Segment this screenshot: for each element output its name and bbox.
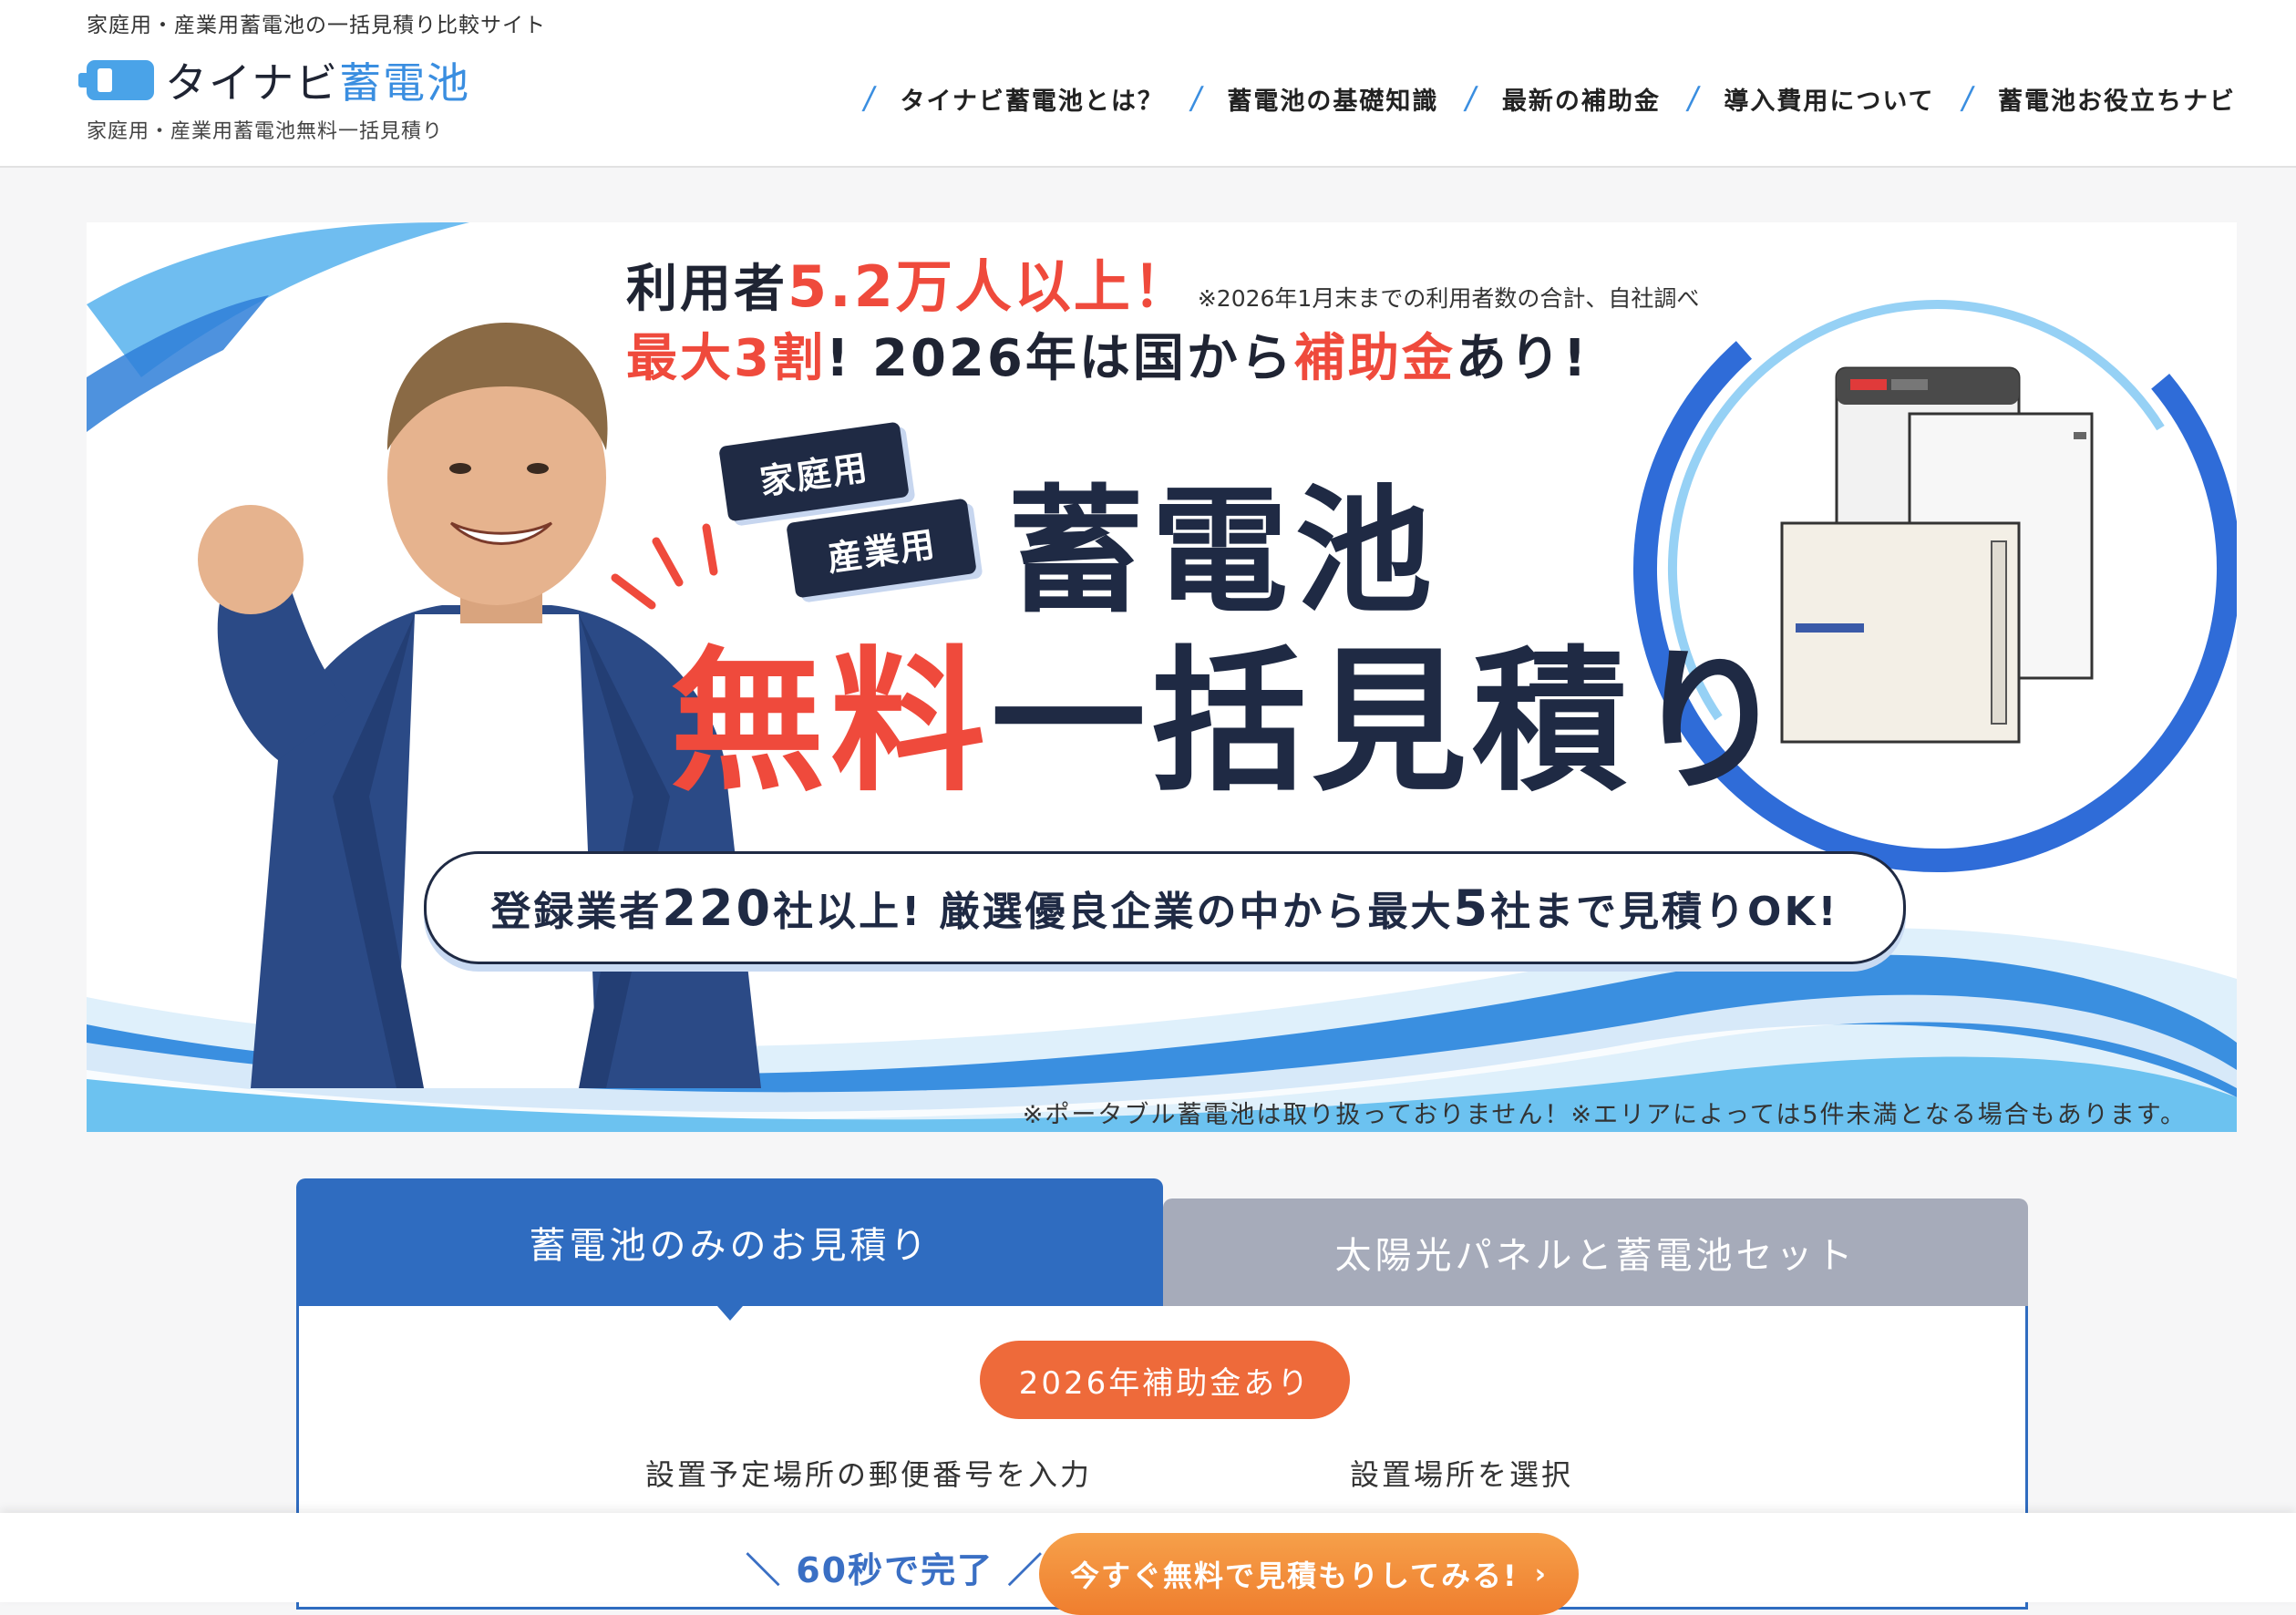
bulk-estimate-word: 一括見積り: [991, 633, 1794, 813]
users-value: 5.2万人以上！: [788, 253, 1192, 320]
users-prefix: 利用者: [626, 260, 788, 319]
logo-subtitle: 家庭用・産業用蓄電池無料一括見積り: [87, 120, 444, 143]
logo-text: タイナビ蓄電池: [165, 50, 470, 110]
slash-icon: /: [1462, 80, 1482, 117]
zip-label: 設置予定場所の郵便番号を入力: [645, 1457, 1093, 1492]
subsidy-word: 補助金: [1293, 329, 1456, 388]
site-logo[interactable]: タイナビ蓄電池: [78, 50, 470, 110]
banner-text: 社以上! 厳選優良企業の中から最大: [773, 889, 1454, 935]
nav-item-about[interactable]: / タイナビ蓄電池とは？: [860, 80, 1164, 117]
users-headline: 利用者5.2万人以上！ ※2026年1月末までの利用者数の合計、自社調べ: [626, 241, 1699, 323]
subsidy-suffix: あり!: [1455, 329, 1590, 388]
subsidy-value: 3割: [734, 329, 826, 388]
banner-number: 220: [662, 879, 774, 937]
contractor-banner: 登録業者 220 社以上! 厳選優良企業の中から最大 5 社まで見積りOK!: [424, 851, 1906, 964]
banner-text: 社まで見積りOK!: [1490, 889, 1839, 935]
nav-item-basics[interactable]: / 蓄電池の基礎知識: [1188, 80, 1439, 117]
sixty-seconds-note: ＼ 60秒で完了 ／: [746, 1550, 1045, 1590]
nav-item-guide[interactable]: / 蓄電池お役立ちナビ: [1959, 80, 2236, 117]
subsidy-headline: 最大3割! 2026年は国から補助金あり!: [626, 317, 1589, 391]
users-note: ※2026年1月末までの利用者数の合計、自社調べ: [1197, 285, 1700, 312]
nav-item-subsidy[interactable]: / 最新の補助金: [1462, 80, 1661, 117]
battery-logo-icon: [78, 60, 154, 100]
site-header: 家庭用・産業用蓄電池の一括見積り比較サイト タイナビ蓄電池 家庭用・産業用蓄電池…: [0, 0, 2296, 168]
subsidy-badge: 2026年補助金あり: [980, 1341, 1350, 1419]
nav-label: タイナビ蓄電池とは？: [900, 87, 1164, 116]
nav-label: 導入費用について: [1724, 87, 1935, 116]
sticky-cta-bar: ＼ 60秒で完了 ／ 今すぐ無料で見積もりしてみる! ›: [0, 1513, 2296, 1615]
banner-number: 5: [1453, 879, 1491, 937]
free-estimate-label: 今すぐ無料で見積もりしてみる!: [1069, 1558, 1519, 1593]
nav-label: 最新の補助金: [1501, 87, 1661, 116]
active-tab-indicator: [717, 1306, 743, 1321]
main-nav: / タイナビ蓄電池とは？ / 蓄電池の基礎知識 / 最新の補助金 / 導入費用について …: [837, 80, 2236, 117]
hero-banner: 利用者5.2万人以上！ ※2026年1月末までの利用者数の合計、自社調べ 最大3割…: [87, 222, 2237, 1132]
nav-label: 蓄電池の基礎知識: [1227, 87, 1439, 116]
site-tagline: 家庭用・産業用蓄電池の一括見積り比較サイト: [87, 14, 546, 37]
subsidy-prefix: 最大: [626, 329, 734, 388]
chevron-right-icon: ›: [1534, 1558, 1548, 1590]
free-estimate-button[interactable]: 今すぐ無料で見積もりしてみる! ›: [1039, 1533, 1579, 1615]
logo-main: タイナビ: [165, 58, 340, 108]
free-word: 無料: [670, 633, 992, 813]
nav-label: 蓄電池お役立ちナビ: [1998, 87, 2236, 116]
tab-solar-battery-set[interactable]: 太陽光パネルと蓄電池セット: [1163, 1198, 2028, 1306]
slash-icon: /: [1684, 80, 1704, 117]
location-label: 設置場所を選択: [1350, 1457, 1574, 1492]
logo-accent: 蓄電池: [339, 58, 471, 108]
hero-main-copy: 無料一括見積り: [670, 596, 1793, 820]
nav-item-cost[interactable]: / 導入費用について: [1684, 80, 1935, 117]
banner-text: 登録業者: [490, 889, 663, 935]
slash-icon: /: [1188, 80, 1207, 117]
subsidy-mid: ! 2026年は国から: [825, 329, 1294, 388]
hero-footnote: ※ポータブル蓄電池は取り扱っておりません！※エリアによっては5件未満となる場合も…: [1022, 1101, 2187, 1129]
tab-battery-only[interactable]: 蓄電池のみのお見積り: [296, 1178, 1163, 1306]
slash-icon: /: [1959, 80, 1978, 117]
slash-icon: /: [860, 80, 880, 117]
